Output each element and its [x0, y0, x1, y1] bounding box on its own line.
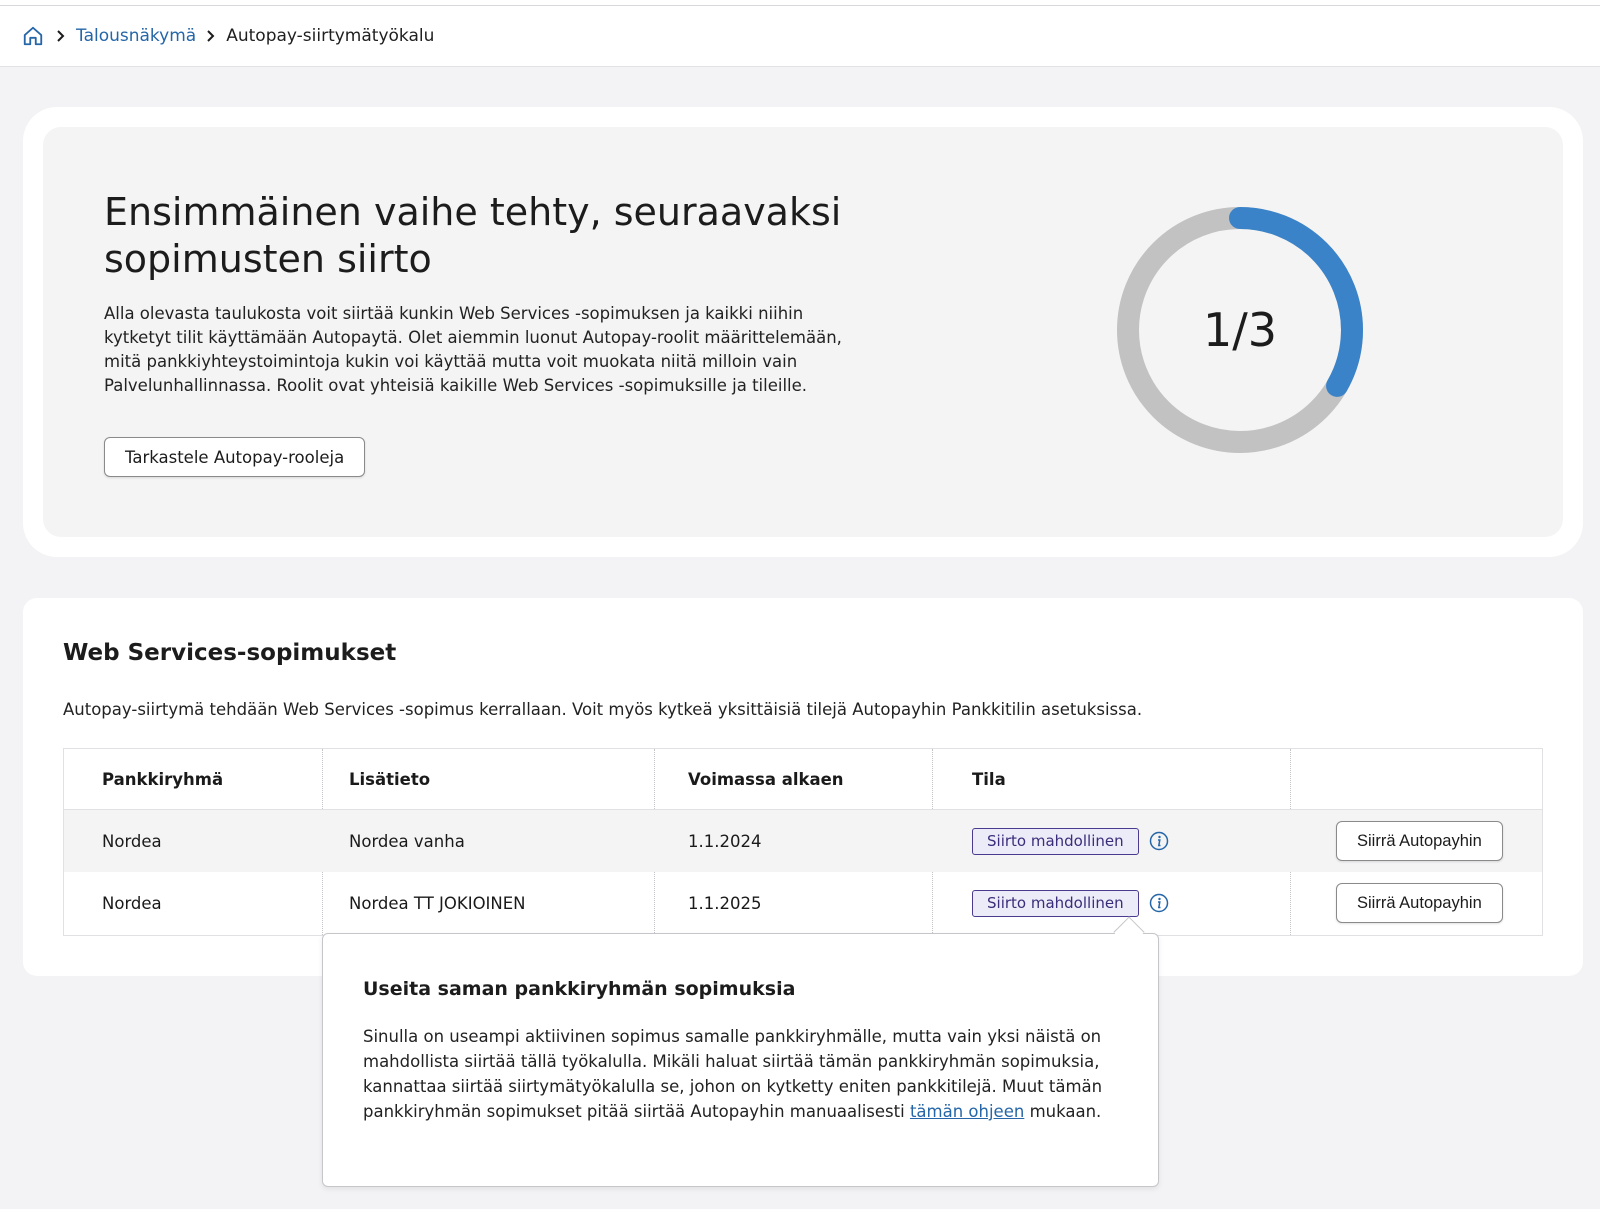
- status-badge: Siirto mahdollinen: [972, 889, 1139, 917]
- table-header-row: Pankkiryhmä Lisätieto Voimassa alkaen Ti…: [64, 749, 1542, 810]
- move-to-autopay-button[interactable]: Siirrä Autopayhin: [1336, 883, 1503, 923]
- cell-valid-from: 1.1.2024: [688, 831, 762, 851]
- cell-bank-group: Nordea: [102, 831, 162, 851]
- hero-card: Ensimmäinen vaihe tehty, seuraavaksi sop…: [23, 107, 1583, 557]
- contracts-description: Autopay-siirtymä tehdään Web Services -s…: [63, 700, 1143, 719]
- breadcrumb: Talousnäkymä Autopay-siirtymätyökalu: [0, 6, 1600, 67]
- chevron-right-icon: [196, 30, 226, 42]
- chevron-right-icon: [46, 30, 76, 42]
- info-icon[interactable]: [1149, 893, 1169, 913]
- progress-label: 1/3: [1202, 303, 1278, 357]
- status-badge: Siirto mahdollinen: [972, 827, 1139, 855]
- breadcrumb-current: Autopay-siirtymätyökalu: [226, 26, 435, 46]
- cell-valid-from: 1.1.2025: [688, 893, 762, 913]
- cell-action: Siirrä Autopayhin: [1336, 872, 1503, 934]
- table-row: Nordea Nordea TT JOKIOINEN 1.1.2025 Siir…: [64, 872, 1542, 934]
- view-autopay-roles-button[interactable]: Tarkastele Autopay-rooleja: [104, 437, 366, 477]
- instructions-link[interactable]: tämän ohjeen: [910, 1102, 1024, 1121]
- contracts-card: Web Services-sopimukset Autopay-siirtymä…: [23, 598, 1583, 976]
- column-header-valid-from[interactable]: Voimassa alkaen: [688, 749, 844, 809]
- info-popover: Useita saman pankkiryhmän sopimuksia Sin…: [322, 933, 1159, 1187]
- info-icon[interactable]: [1149, 831, 1169, 851]
- home-icon[interactable]: [22, 24, 46, 48]
- cell-action: Siirrä Autopayhin: [1336, 810, 1503, 872]
- breadcrumb-link-talousnakyma[interactable]: Talousnäkymä: [76, 26, 196, 46]
- popover-text-after: mukaan.: [1024, 1102, 1102, 1121]
- cell-info: Nordea vanha: [349, 831, 465, 851]
- column-header-status[interactable]: Tila: [972, 749, 1006, 809]
- contracts-table: Pankkiryhmä Lisätieto Voimassa alkaen Ti…: [63, 748, 1543, 936]
- cell-info: Nordea TT JOKIOINEN: [349, 893, 526, 913]
- progress-ring: 1/3: [1115, 205, 1365, 455]
- cell-bank-group: Nordea: [102, 893, 162, 913]
- cell-status: Siirto mahdollinen: [972, 872, 1169, 934]
- hero-title: Ensimmäinen vaihe tehty, seuraavaksi sop…: [104, 190, 842, 281]
- table-row: Nordea Nordea vanha 1.1.2024 Siirto mahd…: [64, 810, 1542, 872]
- hero-description: Alla olevasta taulukosta voit siirtää ku…: [104, 304, 842, 395]
- column-header-bank-group[interactable]: Pankkiryhmä: [102, 749, 223, 809]
- hero-panel: Ensimmäinen vaihe tehty, seuraavaksi sop…: [43, 127, 1563, 537]
- popover-title: Useita saman pankkiryhmän sopimuksia: [363, 978, 796, 1000]
- contracts-title: Web Services-sopimukset: [63, 640, 397, 666]
- column-header-info[interactable]: Lisätieto: [349, 749, 430, 809]
- cell-status: Siirto mahdollinen: [972, 810, 1169, 872]
- move-to-autopay-button[interactable]: Siirrä Autopayhin: [1336, 821, 1503, 861]
- popover-text: Sinulla on useampi aktiivinen sopimus sa…: [363, 1024, 1123, 1124]
